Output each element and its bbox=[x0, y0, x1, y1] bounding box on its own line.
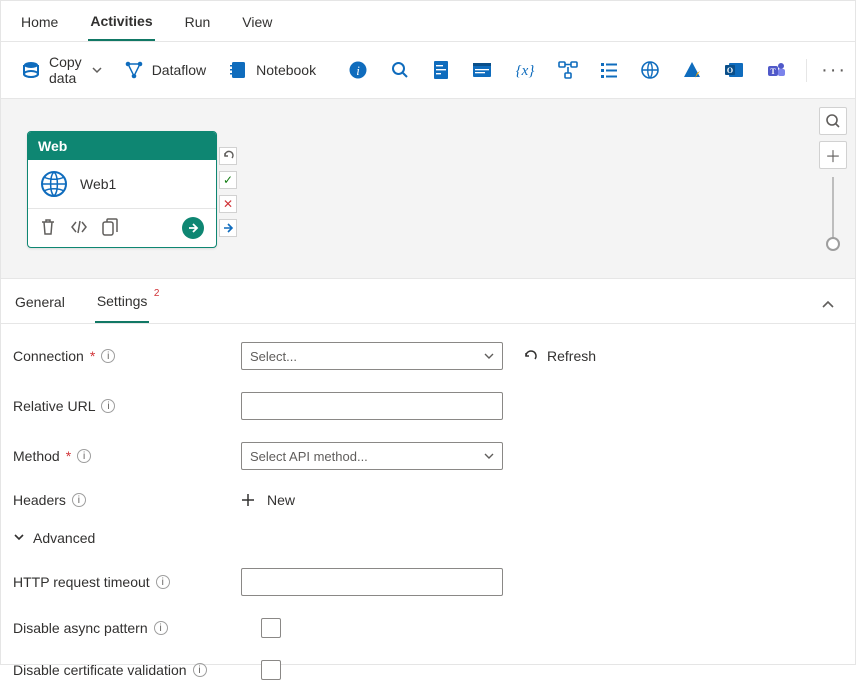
activity-type-label: Web bbox=[28, 132, 216, 160]
advanced-section-toggle[interactable]: Advanced bbox=[13, 530, 843, 546]
activity-name-label: Web1 bbox=[80, 176, 116, 192]
notebook-button[interactable]: Notebook bbox=[222, 56, 322, 84]
timeout-input[interactable] bbox=[241, 568, 503, 596]
copy-icon[interactable] bbox=[102, 218, 118, 239]
disable-async-label: Disable async pattern bbox=[13, 620, 148, 636]
dataflow-label: Dataflow bbox=[152, 62, 206, 78]
canvas-tools: ＋ bbox=[819, 107, 847, 247]
chevron-down-icon bbox=[13, 530, 25, 546]
dataflow-icon bbox=[124, 60, 144, 80]
info-icon[interactable]: i bbox=[154, 621, 168, 635]
activity-handles: ✓ ✕ bbox=[219, 147, 237, 237]
new-header-label: New bbox=[267, 492, 295, 508]
svg-text:i: i bbox=[356, 63, 360, 78]
web-icon[interactable] bbox=[634, 56, 666, 84]
chevron-down-icon bbox=[92, 62, 102, 78]
connection-select[interactable]: Select... bbox=[241, 342, 503, 370]
overflow-menu[interactable]: ··· bbox=[806, 59, 853, 82]
notebook-label: Notebook bbox=[256, 62, 316, 78]
method-select-placeholder: Select API method... bbox=[250, 449, 368, 464]
tab-activities[interactable]: Activities bbox=[88, 9, 154, 41]
script-icon[interactable] bbox=[426, 56, 456, 84]
chevron-down-icon bbox=[484, 451, 494, 461]
tab-settings[interactable]: Settings 2 bbox=[95, 289, 150, 323]
tab-view[interactable]: View bbox=[240, 10, 274, 40]
disable-cert-checkbox[interactable] bbox=[261, 660, 281, 680]
chevron-down-icon bbox=[484, 351, 494, 361]
copy-data-icon bbox=[21, 60, 41, 80]
variable-icon[interactable]: {x} bbox=[508, 57, 542, 83]
relative-url-input[interactable] bbox=[241, 392, 503, 420]
collapse-panel-icon[interactable] bbox=[813, 294, 843, 319]
refresh-label: Refresh bbox=[547, 348, 596, 364]
settings-form: Connection * i Select... Refresh Relativ… bbox=[1, 324, 855, 698]
tab-run[interactable]: Run bbox=[183, 10, 213, 40]
required-marker: * bbox=[90, 348, 95, 364]
teams-icon[interactable]: T bbox=[760, 56, 792, 84]
copy-data-label: Copy data bbox=[49, 54, 82, 86]
delete-icon[interactable] bbox=[40, 218, 56, 239]
pipeline-canvas[interactable]: Web Web1 ✓ ✕ ＋ bbox=[1, 99, 855, 279]
canvas-search-icon[interactable] bbox=[819, 107, 847, 135]
copy-data-button[interactable]: Copy data bbox=[15, 50, 108, 90]
disable-async-checkbox[interactable] bbox=[261, 618, 281, 638]
method-label: Method bbox=[13, 448, 60, 464]
info-icon[interactable]: i bbox=[342, 56, 374, 84]
headers-label: Headers bbox=[13, 492, 66, 508]
handle-undo-icon[interactable] bbox=[219, 147, 237, 165]
canvas-zoom-in-icon[interactable]: ＋ bbox=[819, 141, 847, 169]
globe-icon bbox=[40, 170, 68, 198]
connection-select-placeholder: Select... bbox=[250, 349, 297, 364]
stored-procedure-icon[interactable] bbox=[466, 57, 498, 83]
refresh-button[interactable]: Refresh bbox=[523, 348, 596, 364]
svg-text:O: O bbox=[727, 66, 733, 75]
handle-failure-icon[interactable]: ✕ bbox=[219, 195, 237, 213]
activity-node-web[interactable]: Web Web1 bbox=[27, 131, 217, 248]
tab-settings-badge: 2 bbox=[154, 288, 160, 299]
timeout-label: HTTP request timeout bbox=[13, 574, 150, 590]
code-icon[interactable] bbox=[70, 220, 88, 237]
new-header-button[interactable]: New bbox=[241, 492, 295, 508]
info-icon[interactable]: i bbox=[156, 575, 170, 589]
plus-icon bbox=[241, 493, 255, 507]
top-tabs: Home Activities Run View bbox=[1, 1, 855, 42]
disable-cert-label: Disable certificate validation bbox=[13, 662, 187, 678]
info-icon[interactable]: i bbox=[101, 349, 115, 363]
azure-icon[interactable] bbox=[676, 57, 708, 83]
outlook-icon[interactable]: O bbox=[718, 57, 750, 83]
search-icon[interactable] bbox=[384, 56, 416, 84]
method-select[interactable]: Select API method... bbox=[241, 442, 503, 470]
handle-skip-icon[interactable] bbox=[219, 219, 237, 237]
notebook-icon bbox=[228, 60, 248, 80]
tab-general[interactable]: General bbox=[13, 290, 67, 322]
required-marker: * bbox=[66, 448, 71, 464]
info-icon[interactable]: i bbox=[101, 399, 115, 413]
connection-label: Connection bbox=[13, 348, 84, 364]
property-tabs: General Settings 2 bbox=[1, 279, 855, 324]
tab-settings-label: Settings bbox=[97, 293, 148, 309]
refresh-icon bbox=[523, 348, 539, 364]
zoom-slider[interactable] bbox=[832, 177, 834, 247]
handle-success-icon[interactable]: ✓ bbox=[219, 171, 237, 189]
tab-home[interactable]: Home bbox=[19, 10, 60, 40]
run-arrow-icon[interactable] bbox=[182, 217, 204, 239]
pipeline-icon[interactable] bbox=[552, 56, 584, 84]
relative-url-label: Relative URL bbox=[13, 398, 95, 414]
list-icon[interactable] bbox=[594, 57, 624, 83]
advanced-label: Advanced bbox=[33, 530, 95, 546]
info-icon[interactable]: i bbox=[193, 663, 207, 677]
toolbar: Copy data Dataflow Notebook i {x} O bbox=[1, 42, 855, 99]
info-icon[interactable]: i bbox=[72, 493, 86, 507]
info-icon[interactable]: i bbox=[77, 449, 91, 463]
svg-text:{x}: {x} bbox=[516, 63, 535, 79]
svg-text:T: T bbox=[770, 67, 776, 76]
dataflow-button[interactable]: Dataflow bbox=[118, 56, 212, 84]
